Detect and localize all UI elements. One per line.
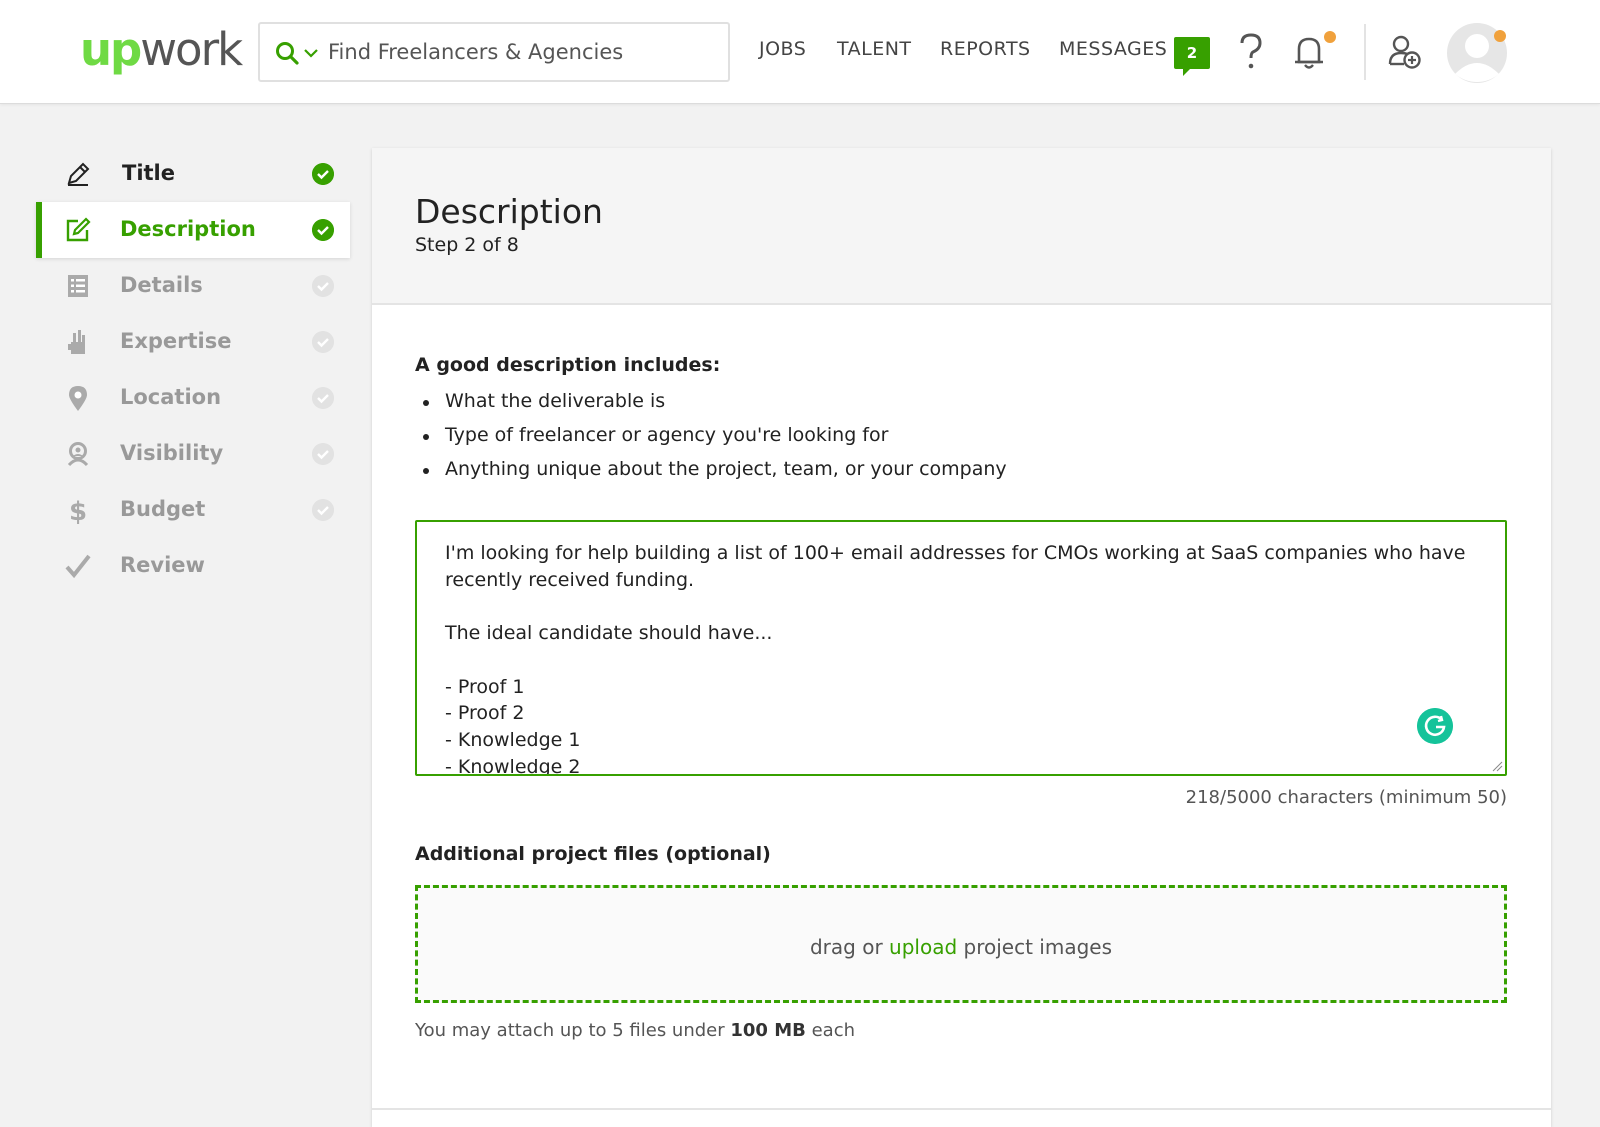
edit-icon [66,217,91,242]
description-textarea[interactable]: I'm looking for help building a list of … [415,520,1507,776]
messages-count-badge[interactable]: 2 [1174,37,1210,76]
search-placeholder: Find Freelancers & Agencies [328,40,624,64]
list-icon [68,275,88,297]
bell-icon[interactable] [1292,32,1326,72]
nav-talent[interactable]: TALENT [837,38,912,60]
map-pin-icon [69,386,87,411]
upload-link[interactable]: upload [889,935,957,959]
nav-reports[interactable]: REPORTS [940,38,1031,60]
tools-icon [68,330,85,354]
step-incomplete-icon [312,331,334,353]
sidebar-item-label: Budget [120,497,206,521]
section-divider [372,1108,1551,1110]
resize-handle-icon[interactable] [1491,760,1503,772]
sidebar-item-expertise[interactable]: Expertise [36,314,350,370]
step-incomplete-icon [312,387,334,409]
pencil-icon [67,162,90,186]
sidebar-item-label: Visibility [120,441,224,465]
sidebar-item-review[interactable]: Review [36,538,350,594]
list-item: Anything unique about the project, team,… [415,452,1007,486]
description-card: Description Step 2 of 8 A good descripti… [372,148,1551,1127]
user-search-icon [67,442,89,467]
step-complete-icon [312,219,334,241]
page-title: Description [415,192,603,231]
sidebar-item-details[interactable]: Details [36,258,350,314]
add-user-icon[interactable] [1388,34,1422,70]
upwork-logo[interactable]: upwork [80,22,243,78]
character-count: 218/5000 characters (minimum 50) [1185,787,1507,808]
sidebar-item-label: Review [120,553,205,577]
sidebar-item-label: Location [120,385,222,409]
help-icon[interactable] [1236,32,1266,72]
svg-text:$: $ [69,497,87,524]
step-indicator: Step 2 of 8 [415,234,519,256]
step-complete-icon [312,163,334,185]
sidebar-item-visibility[interactable]: Visibility [36,426,350,482]
grammarly-icon[interactable] [1417,708,1453,744]
sidebar-item-budget[interactable]: $ Budget [36,482,350,538]
sidebar-item-label: Title [122,161,176,185]
checkmark-icon [65,554,91,579]
step-incomplete-icon [312,499,334,521]
sidebar-item-description[interactable]: Description [36,202,350,258]
sidebar-item-label: Description [120,217,256,241]
search-input[interactable]: Find Freelancers & Agencies [258,22,730,82]
tips-list: What the deliverable is Type of freelanc… [415,384,1007,486]
header-divider [1364,24,1366,80]
nav-messages[interactable]: MESSAGES [1059,38,1167,60]
nav-jobs[interactable]: JOBS [759,38,806,60]
sidebar-item-label: Details [120,273,203,297]
sidebar-item-label: Expertise [120,329,232,353]
chevron-down-icon[interactable] [302,44,320,62]
description-text[interactable]: I'm looking for help building a list of … [445,540,1485,774]
file-dropzone[interactable]: drag or upload project images [415,885,1507,1003]
top-header: upwork Find Freelancers & Agencies JOBS … [0,0,1600,104]
sidebar-item-title[interactable]: Title [36,146,350,202]
avatar-notification-dot [1494,30,1506,42]
step-incomplete-icon [312,443,334,465]
card-header: Description Step 2 of 8 [372,148,1551,305]
step-incomplete-icon [312,275,334,297]
sidebar-item-location[interactable]: Location [36,370,350,426]
steps-sidebar: Title Description Details Expertise Loca… [36,146,350,594]
files-heading: Additional project files (optional) [415,843,771,865]
search-icon[interactable] [274,40,300,66]
tips-heading: A good description includes: [415,354,721,376]
notification-dot [1324,31,1336,43]
dollar-icon: $ [69,497,87,524]
list-item: Type of freelancer or agency you're look… [415,418,1007,452]
list-item: What the deliverable is [415,384,1007,418]
attachment-limit-note: You may attach up to 5 files under 100 M… [415,1020,856,1041]
dropzone-text: drag or upload project images [809,935,1113,959]
